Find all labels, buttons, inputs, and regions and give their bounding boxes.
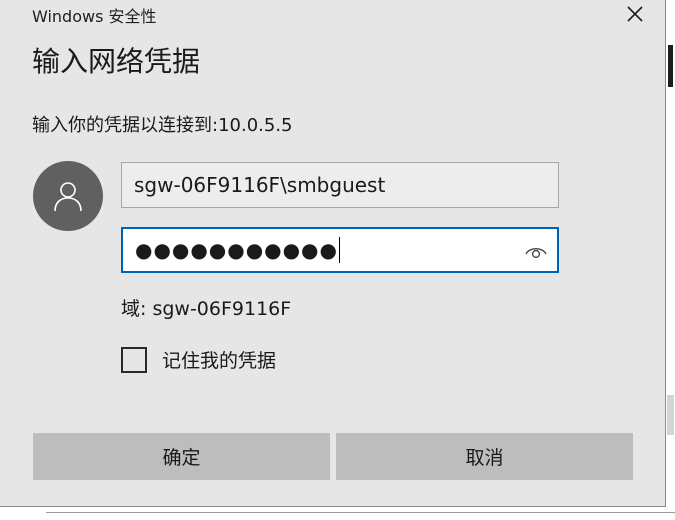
dialog-subtitle: 输入你的凭据以连接到:10.0.5.5 — [32, 115, 293, 136]
background-window-edge — [666, 0, 675, 520]
avatar — [33, 161, 103, 231]
password-field[interactable]: ●●●●●●●●●●● — [121, 227, 559, 273]
eye-icon[interactable] — [523, 238, 549, 264]
username-field[interactable]: sgw-06F9116F\smbguest — [121, 162, 559, 208]
remember-credentials-row: 记住我的凭据 — [121, 346, 276, 373]
background-divider — [46, 512, 675, 513]
user-icon — [54, 182, 82, 212]
domain-label: 域: sgw-06F9116F — [121, 298, 292, 320]
close-icon[interactable] — [622, 2, 648, 26]
text-caret — [338, 237, 340, 263]
username-value: sgw-06F9116F\smbguest — [134, 173, 386, 197]
ok-button[interactable]: 确定 — [33, 433, 330, 480]
cancel-button[interactable]: 取消 — [336, 433, 633, 480]
remember-label[interactable]: 记住我的凭据 — [162, 346, 276, 373]
remember-checkbox[interactable] — [121, 346, 147, 373]
dialog-heading: 输入网络凭据 — [32, 45, 201, 78]
password-masked-value: ●●●●●●●●●●● — [135, 238, 338, 262]
screen: Windows 安全性 输入网络凭据 输入你的凭据以连接到:10.0.5.5 s… — [0, 0, 675, 520]
credential-dialog: Windows 安全性 输入网络凭据 输入你的凭据以连接到:10.0.5.5 s… — [0, 0, 666, 507]
window-title: Windows 安全性 — [32, 7, 157, 26]
